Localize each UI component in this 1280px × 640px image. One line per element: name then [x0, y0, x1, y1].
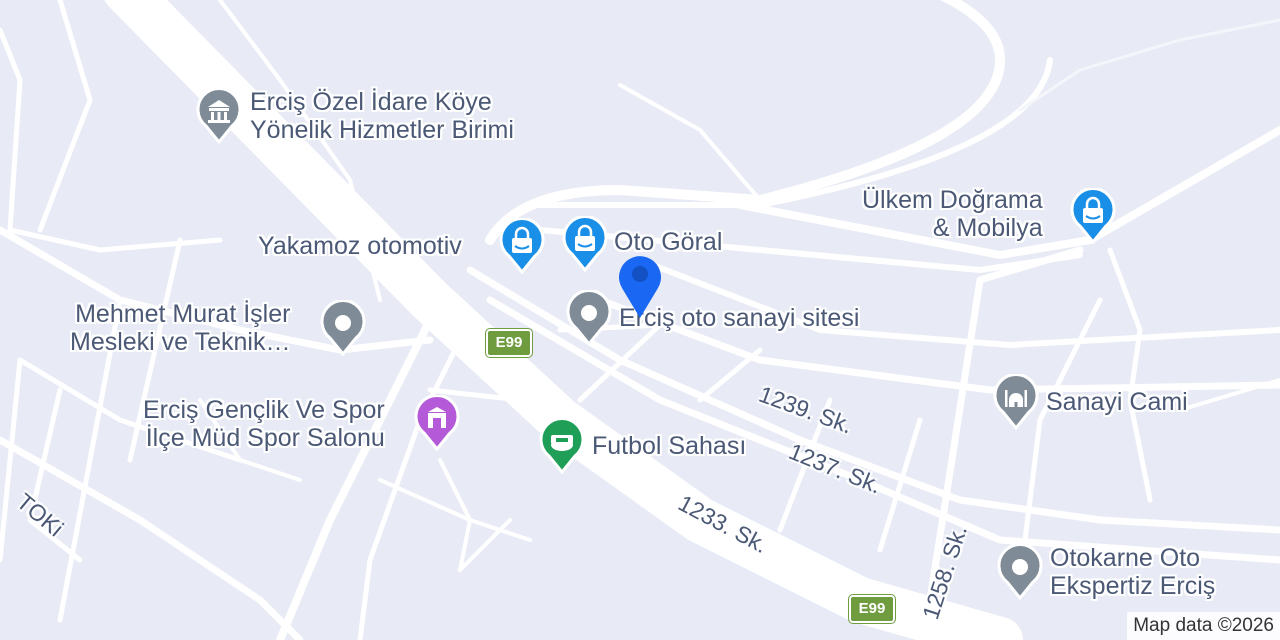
- place-dot-icon: [566, 289, 612, 347]
- map-canvas[interactable]: E99 E99 1239. Sk. 1237. Sk. 1233. Sk. 12…: [0, 0, 1280, 640]
- poi-label: Mehmet Murat İşler Mesleki ve Teknik…: [70, 300, 291, 356]
- location-pin[interactable]: [614, 248, 666, 325]
- poi-ercis-genclik-spor[interactable]: [414, 394, 460, 456]
- poi-ercis-oto-sanayi-sitesi[interactable]: [566, 289, 612, 351]
- poi-label: Erciş Gençlik Ve Spor İlçe Müd Spor Salon…: [143, 396, 385, 452]
- route-shield-e99: E99: [485, 328, 533, 358]
- place-dot-icon: [320, 299, 366, 357]
- poi-oto-goral[interactable]: [562, 215, 608, 277]
- poi-label: Yakamoz otomotiv: [258, 232, 462, 260]
- map-pin-icon: [619, 256, 661, 318]
- poi-ulkem-dograma[interactable]: [1070, 187, 1116, 249]
- poi-otokarne-oto-ekspertiz[interactable]: [997, 543, 1043, 605]
- mosque-icon: [993, 373, 1039, 431]
- stadium-icon: [539, 417, 585, 475]
- poi-futbol-sahasi[interactable]: [539, 417, 585, 479]
- shopping-bag-icon: [562, 215, 608, 273]
- poi-label: Ülkem Doğrama & Mobilya: [862, 186, 1043, 242]
- government-building-icon: [196, 87, 242, 145]
- route-shield-e99: E99: [848, 594, 896, 624]
- poi-sanayi-cami[interactable]: [993, 373, 1039, 435]
- shopping-bag-icon: [1070, 187, 1116, 245]
- map-attribution: Map data ©2026: [1127, 612, 1280, 640]
- poi-yakamoz-otomotiv[interactable]: [499, 217, 545, 279]
- poi-ercis-ozel-idare[interactable]: [196, 87, 242, 149]
- place-dot-icon: [997, 543, 1043, 601]
- poi-label: Otokarne Oto Ekspertiz Erciş: [1050, 544, 1216, 600]
- poi-mehmet-murat-isler[interactable]: [320, 299, 366, 361]
- poi-label: Futbol Sahası: [592, 432, 747, 460]
- shopping-bag-icon: [499, 217, 545, 275]
- poi-label: Erciş Özel İdare Köye Yönelik Hizmetler B…: [250, 88, 514, 144]
- gym-icon: [414, 394, 460, 452]
- poi-label: Sanayi Cami: [1046, 388, 1188, 416]
